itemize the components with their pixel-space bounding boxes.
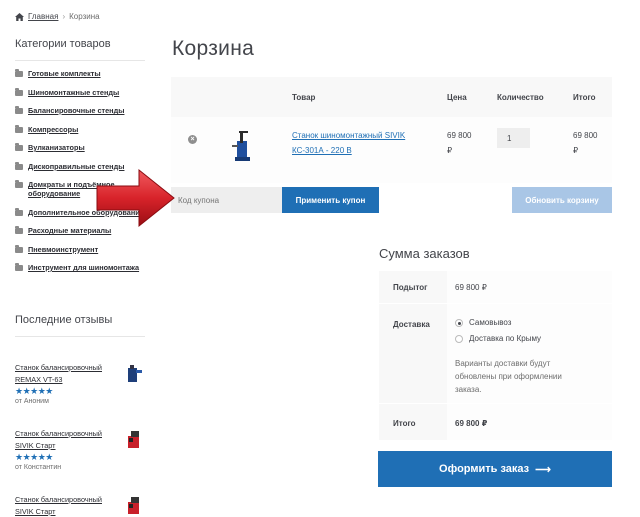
header-product: Товар — [292, 93, 316, 102]
review-item: Станок балансировочный REMAX VT-63 ★★★★★… — [15, 362, 145, 405]
product-name-link[interactable]: Станок шиномонтажный SIVIK КС-301А - 220… — [292, 128, 422, 158]
subtotal-row: Подытог 69 800 ₽ — [379, 271, 612, 304]
shipping-note: Варианты доставки будут обновлены при оф… — [455, 359, 562, 394]
apply-coupon-button[interactable]: Применить купон — [282, 187, 379, 213]
category-item: Инструмент для шиномонтажа — [15, 263, 145, 272]
folder-icon — [15, 263, 23, 271]
review-product-link[interactable]: Станок балансировочный SIVIK Старт — [15, 428, 110, 452]
folder-icon — [15, 106, 23, 114]
category-link[interactable]: Пневмоинструмент — [28, 245, 98, 254]
category-link[interactable]: Готовые комплекты — [28, 69, 101, 78]
cart-totals-title: Сумма заказов — [379, 246, 470, 261]
order-total-value: 69 800 ₽ — [455, 419, 488, 428]
radio-button[interactable] — [455, 335, 463, 343]
page-title: Корзина — [172, 37, 255, 60]
header-price: Цена — [447, 93, 467, 102]
category-item: Вулканизаторы — [15, 143, 145, 152]
shipping-options: Самовывоз Доставка по Крыму Варианты дос… — [455, 304, 612, 396]
category-item: Готовые комплекты — [15, 69, 145, 78]
review-product-link[interactable]: Станок балансировочный SIVIK Старт — [15, 494, 110, 517]
product-thumbnail[interactable] — [231, 129, 253, 163]
proceed-to-checkout-button[interactable]: Оформить заказ ⟶ — [378, 451, 612, 487]
review-product-link[interactable]: Станок балансировочный REMAX VT-63 — [15, 362, 110, 386]
red-arrow-icon — [96, 168, 175, 228]
shipping-option-pickup[interactable]: Самовывоз — [455, 315, 612, 331]
review-author: от Аноним — [15, 398, 49, 405]
cart-table: Товар Цена Количество Итого × Станок шин… — [171, 77, 612, 183]
shipping-label: Доставка — [379, 304, 447, 403]
cart-row: × Станок шиномонтажный SIVIK КС-301А - 2… — [171, 117, 612, 183]
product-thumbnail[interactable] — [125, 496, 143, 516]
folder-icon — [15, 87, 23, 96]
header-quantity: Количество — [497, 93, 544, 102]
shipping-option-label: Самовывоз — [469, 318, 512, 327]
breadcrumb-home-link[interactable]: Главная — [28, 12, 58, 21]
breadcrumb-current: Корзина — [69, 12, 100, 21]
sidebar: Категории товаров Готовые комплекты Шино… — [15, 38, 145, 282]
subtotal-value: 69 800 ₽ — [455, 283, 487, 292]
shipping-option-delivery[interactable]: Доставка по Крыму — [455, 331, 612, 347]
shipping-option-label: Доставка по Крыму — [469, 334, 542, 343]
checkout-label: Оформить заказ — [439, 463, 530, 475]
remove-item-icon[interactable]: × — [188, 135, 197, 144]
subtotal-label: Подытог — [379, 271, 447, 303]
folder-icon — [15, 180, 23, 188]
folder-icon — [15, 124, 23, 133]
folder-icon — [15, 161, 23, 170]
category-link[interactable]: Шиномонтажные стенды — [28, 88, 119, 97]
folder-icon — [15, 143, 23, 151]
order-total-row: Итого 69 800 ₽ — [379, 404, 612, 441]
cart-totals-table: Подытог 69 800 ₽ Доставка Самовывоз Дост… — [379, 271, 612, 441]
review-item: Станок балансировочный SIVIK Старт ★★★★★… — [15, 428, 145, 471]
category-link[interactable]: Балансировочные стенды — [28, 106, 124, 115]
cart-table-header: Товар Цена Количество Итого — [171, 77, 612, 117]
rating-stars: ★★★★★ — [15, 452, 53, 462]
review-item: Станок балансировочный SIVIK Старт — [15, 494, 145, 517]
product-thumbnail[interactable] — [125, 430, 143, 450]
order-total-label: Итого — [379, 404, 447, 440]
category-item: Компрессоры — [15, 124, 145, 134]
folder-icon — [15, 226, 23, 234]
categories-widget-title: Категории товаров — [15, 38, 145, 61]
quantity-input[interactable] — [497, 128, 530, 148]
review-author: от Константин — [15, 464, 62, 471]
arrow-right-icon: ⟶ — [535, 463, 551, 476]
breadcrumb: Главная › Корзина — [15, 12, 100, 21]
header-total: Итого — [573, 93, 596, 102]
product-price: 69 800 ₽ — [447, 131, 472, 155]
reviews-widget-title: Последние отзывы — [15, 314, 145, 337]
home-icon — [15, 12, 24, 21]
category-item: Пневмоинструмент — [15, 244, 145, 254]
rating-stars: ★★★★★ — [15, 386, 53, 396]
radio-button-checked[interactable] — [455, 319, 463, 327]
category-item: Балансировочные стенды — [15, 106, 145, 115]
product-thumbnail[interactable] — [125, 364, 143, 384]
category-link[interactable]: Вулканизаторы — [28, 143, 85, 152]
category-item: Шиномонтажные стенды — [15, 87, 145, 97]
coupon-code-input[interactable] — [171, 187, 282, 213]
folder-icon — [15, 207, 23, 216]
shipping-row: Доставка Самовывоз Доставка по Крыму Вар… — [379, 304, 612, 404]
update-cart-button[interactable]: Обновить корзину — [512, 187, 612, 213]
category-link[interactable]: Инструмент для шиномонтажа — [28, 263, 139, 272]
breadcrumb-separator: › — [62, 12, 66, 21]
folder-icon — [15, 244, 23, 253]
category-link[interactable]: Компрессоры — [28, 125, 78, 134]
folder-icon — [15, 69, 23, 77]
product-subtotal: 69 800 ₽ — [573, 131, 598, 155]
